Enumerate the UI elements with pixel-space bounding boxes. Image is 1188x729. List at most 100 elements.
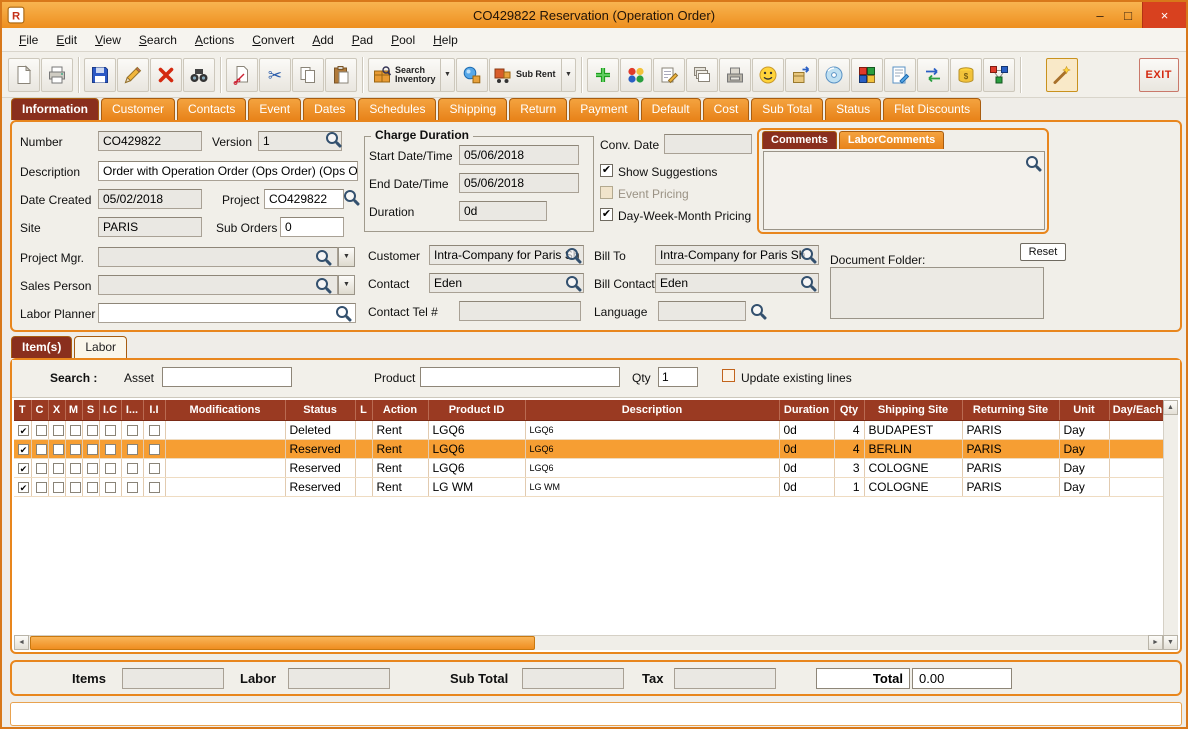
column-header-x[interactable]: X	[48, 400, 65, 420]
row-checkbox-s[interactable]	[87, 482, 98, 493]
column-header-c[interactable]: C	[31, 400, 48, 420]
column-header-duration[interactable]: Duration	[779, 400, 834, 420]
row-checkbox-c[interactable]	[36, 444, 47, 455]
tab-sub-total[interactable]: Sub Total	[751, 98, 823, 120]
color-cubes-button[interactable]	[851, 58, 883, 92]
smiley-button[interactable]	[752, 58, 784, 92]
menu-item-add[interactable]: Add	[303, 28, 342, 52]
column-header-shipping-site[interactable]: Shipping Site	[864, 400, 962, 420]
bill-to-field[interactable]: Intra-Company for Paris Sh	[655, 245, 819, 265]
worksheet-edit-button[interactable]	[884, 58, 916, 92]
sub-orders-field[interactable]: 0	[280, 217, 344, 237]
column-header-s[interactable]: S	[82, 400, 99, 420]
row-checkbox-c[interactable]	[36, 463, 47, 474]
row-checkbox-x[interactable]	[53, 482, 64, 493]
row-checkbox-i-i[interactable]	[149, 444, 160, 455]
network-cubes-button[interactable]	[983, 58, 1015, 92]
tab-status[interactable]: Status	[825, 98, 881, 120]
row-checkbox-s[interactable]	[87, 463, 98, 474]
wand-button[interactable]	[1046, 58, 1078, 92]
end-date-field[interactable]: 05/06/2018	[459, 173, 579, 193]
column-header-l[interactable]: L	[355, 400, 372, 420]
row-checkbox-s[interactable]	[87, 425, 98, 436]
table-row[interactable]: DeletedRentLGQ6LGQ60d4BUDAPESTPARISDay	[14, 420, 1166, 439]
menu-item-actions[interactable]: Actions	[186, 28, 243, 52]
inventory-gem-button[interactable]	[456, 58, 488, 92]
labor-planner-lookup-icon[interactable]	[334, 304, 352, 322]
new-document-button[interactable]	[8, 58, 40, 92]
row-checkbox-m[interactable]	[70, 425, 81, 436]
contact-field[interactable]: Eden	[429, 273, 584, 293]
money-stack-button[interactable]: $	[950, 58, 982, 92]
row-checkbox-i-i[interactable]	[149, 482, 160, 493]
menu-item-file[interactable]: File	[10, 28, 47, 52]
tab-information[interactable]: Information	[11, 98, 99, 120]
tab-contacts[interactable]: Contacts	[177, 98, 246, 120]
column-header-modifications[interactable]: Modifications	[165, 400, 285, 420]
column-header-qty[interactable]: Qty	[834, 400, 864, 420]
row-checkbox-i-i[interactable]	[149, 425, 160, 436]
table-row[interactable]: ReservedRentLG WMLG WM0d1COLOGNEPARISDay	[14, 477, 1166, 496]
row-checkbox-m[interactable]	[70, 463, 81, 474]
project-mgr-dropdown[interactable]: ▼	[338, 247, 355, 267]
column-header-product-id[interactable]: Product ID	[428, 400, 525, 420]
comments-tab-comments[interactable]: Comments	[762, 131, 837, 149]
row-checkbox-t[interactable]	[18, 444, 29, 455]
scroll-right-button[interactable]: ►	[1148, 635, 1163, 650]
tab-return[interactable]: Return	[509, 98, 567, 120]
asset-input[interactable]	[162, 367, 292, 387]
row-checkbox-t[interactable]	[18, 463, 29, 474]
labor-planner-field[interactable]	[98, 303, 356, 323]
copy-button[interactable]	[292, 58, 324, 92]
cut-document-button[interactable]	[226, 58, 258, 92]
scroll-left-button[interactable]: ◄	[14, 635, 29, 650]
qty-input[interactable]	[658, 367, 698, 387]
column-header-i[interactable]: I...	[121, 400, 143, 420]
maximize-button[interactable]: □	[1114, 2, 1142, 28]
note-edit-button[interactable]	[653, 58, 685, 92]
sub-rent-dropdown-arrow[interactable]: ▼	[561, 59, 572, 91]
print-group-button[interactable]	[719, 58, 751, 92]
description-field[interactable]: Order with Operation Order (Ops Order) (…	[98, 161, 358, 181]
tab-dates[interactable]: Dates	[303, 98, 356, 120]
column-header-action[interactable]: Action	[372, 400, 428, 420]
start-date-field[interactable]: 05/06/2018	[459, 145, 579, 165]
minimize-button[interactable]: –	[1086, 2, 1114, 28]
find-binoculars-button[interactable]	[183, 58, 215, 92]
sales-person-lookup-icon[interactable]	[314, 276, 332, 294]
checkbox-day-week-month-pricing[interactable]	[600, 208, 613, 221]
row-checkbox-x[interactable]	[53, 463, 64, 474]
sales-person-dropdown[interactable]: ▼	[338, 275, 355, 295]
column-header-status[interactable]: Status	[285, 400, 355, 420]
row-checkbox-s[interactable]	[87, 444, 98, 455]
comments-lookup-icon[interactable]	[1024, 154, 1042, 172]
tab-event[interactable]: Event	[248, 98, 301, 120]
menu-item-convert[interactable]: Convert	[243, 28, 303, 52]
items-tab-labor[interactable]: Labor	[74, 336, 127, 358]
column-header-i-c[interactable]: I.C	[99, 400, 121, 420]
row-checkbox-t[interactable]	[18, 425, 29, 436]
bill-contact-field[interactable]: Eden	[655, 273, 819, 293]
project-lookup-icon[interactable]	[342, 188, 360, 206]
row-checkbox-i[interactable]	[127, 482, 138, 493]
row-checkbox-i-i[interactable]	[149, 463, 160, 474]
row-checkbox-m[interactable]	[70, 482, 81, 493]
version-lookup-icon[interactable]	[324, 130, 342, 148]
items-tab-item-s[interactable]: Item(s)	[11, 336, 72, 358]
language-field[interactable]	[658, 301, 746, 321]
checkbox-show-suggestions[interactable]	[600, 164, 613, 177]
project-field[interactable]: CO429822	[264, 189, 344, 209]
search-inventory-dropdown-arrow[interactable]: ▼	[440, 59, 451, 91]
row-checkbox-i-c[interactable]	[105, 463, 116, 474]
column-header-description[interactable]: Description	[525, 400, 779, 420]
duration-field[interactable]: 0d	[459, 201, 547, 221]
project-mgr-lookup-icon[interactable]	[314, 248, 332, 266]
customer-field[interactable]: Intra-Company for Paris Sh	[429, 245, 584, 265]
scroll-down-button[interactable]: ▼	[1163, 635, 1178, 650]
menu-item-edit[interactable]: Edit	[47, 28, 86, 52]
row-checkbox-i[interactable]	[127, 444, 138, 455]
row-checkbox-i[interactable]	[127, 463, 138, 474]
row-checkbox-i-c[interactable]	[105, 425, 116, 436]
horizontal-scrollbar[interactable]: ◄ ►	[14, 635, 1163, 650]
package-out-button[interactable]	[785, 58, 817, 92]
